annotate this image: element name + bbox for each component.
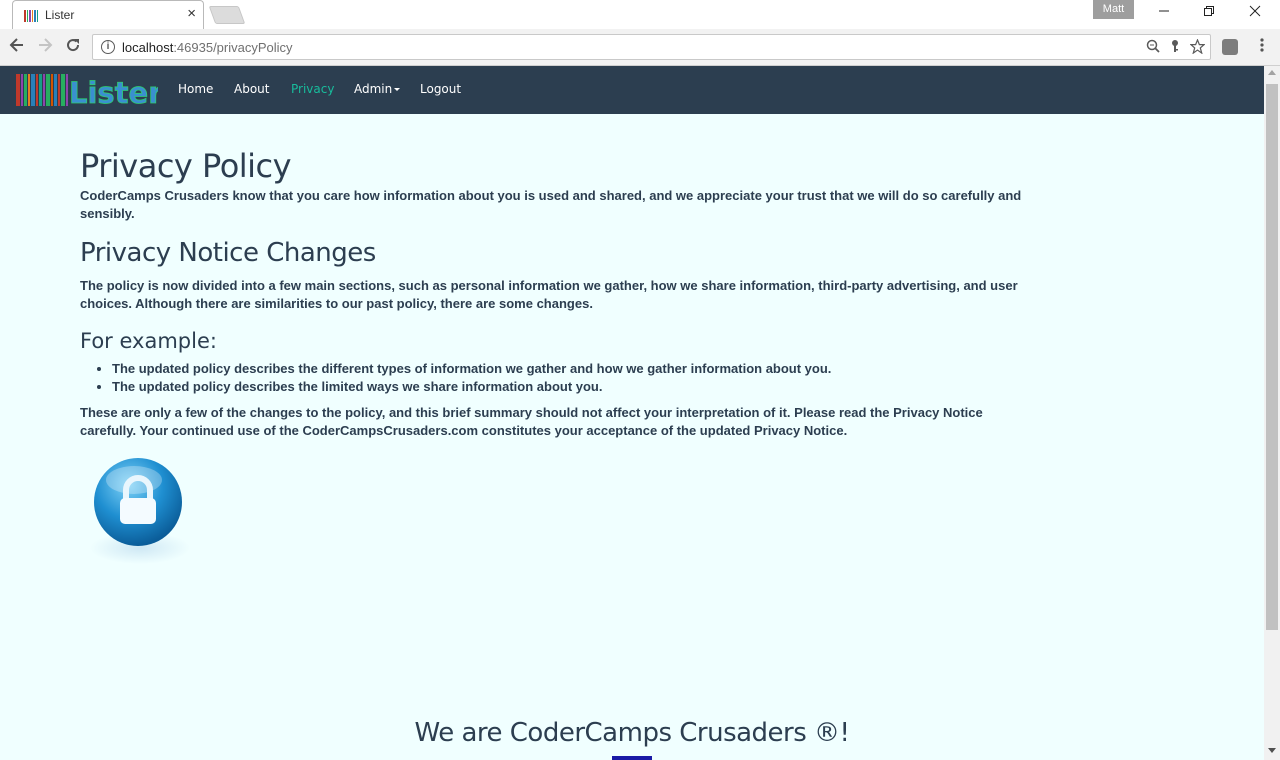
list-item: The updated policy describes the limited… (112, 378, 1012, 396)
padlock-icon (90, 458, 190, 564)
list-item: The updated policy describes the differe… (112, 360, 1012, 378)
scroll-down-arrow-icon[interactable] (1268, 748, 1276, 753)
nav-admin-label: Admin (354, 82, 393, 96)
changes-heading: Privacy Notice Changes (80, 238, 376, 268)
scroll-thumb[interactable] (1266, 84, 1278, 630)
forward-arrow-icon[interactable] (35, 37, 55, 57)
nav-about[interactable]: About (234, 82, 269, 96)
footer-title: We are CoderCamps Crusaders ®! (414, 718, 850, 748)
profile-button[interactable]: Matt (1093, 0, 1134, 19)
url-text: localhost:46935/privacyPolicy (122, 40, 293, 55)
url-path: :46935/privacyPolicy (173, 40, 293, 55)
bookmark-star-icon[interactable] (1188, 38, 1206, 55)
minimize-icon[interactable] (1149, 3, 1179, 23)
browser-tab[interactable]: Lister × (12, 0, 204, 29)
tab-title: Lister (45, 8, 75, 22)
new-tab-button[interactable] (208, 6, 246, 24)
kebab-menu-icon[interactable] (1254, 37, 1270, 57)
closing-paragraph: These are only a few of the changes to t… (80, 405, 983, 438)
nav-logout[interactable]: Logout (420, 82, 461, 96)
tab-close-icon[interactable]: × (187, 6, 196, 22)
url-host: localhost (122, 40, 174, 55)
site-navbar: Lister Home About Privacy Admin Logout (0, 66, 1264, 114)
caret-down-icon (394, 88, 401, 91)
footer-image (612, 756, 652, 760)
extension-icon[interactable] (1222, 39, 1238, 55)
back-arrow-icon[interactable] (7, 37, 27, 57)
nav-home[interactable]: Home (178, 82, 213, 96)
address-bar[interactable]: i localhost:46935/privacyPolicy (92, 34, 1211, 60)
browser-toolbar: i localhost:46935/privacyPolicy (0, 29, 1280, 66)
changes-paragraph: The policy is now divided into a few mai… (80, 278, 1018, 311)
brand-text: Lister (69, 76, 158, 108)
info-icon[interactable]: i (101, 40, 115, 54)
tab-strip: Lister × Matt (0, 0, 1280, 29)
nav-admin-dropdown[interactable]: Admin (354, 82, 401, 96)
reload-icon[interactable] (63, 37, 83, 57)
page-title: Privacy Policy (80, 147, 292, 185)
key-icon[interactable] (1167, 39, 1183, 55)
intro-paragraph: CoderCamps Crusaders know that you care … (80, 188, 1022, 221)
window-close-icon[interactable] (1240, 3, 1270, 23)
scroll-up-arrow-icon[interactable] (1268, 70, 1276, 75)
nav-privacy[interactable]: Privacy (291, 82, 334, 96)
barcode-favicon-icon (24, 10, 38, 22)
brand-logo[interactable]: Lister (16, 72, 158, 108)
zoom-icon[interactable] (1145, 39, 1161, 55)
restore-icon[interactable] (1194, 3, 1224, 23)
example-heading: For example: (80, 329, 217, 353)
page-scrollbar[interactable] (1264, 66, 1280, 760)
example-list: The updated policy describes the differe… (112, 360, 1012, 396)
